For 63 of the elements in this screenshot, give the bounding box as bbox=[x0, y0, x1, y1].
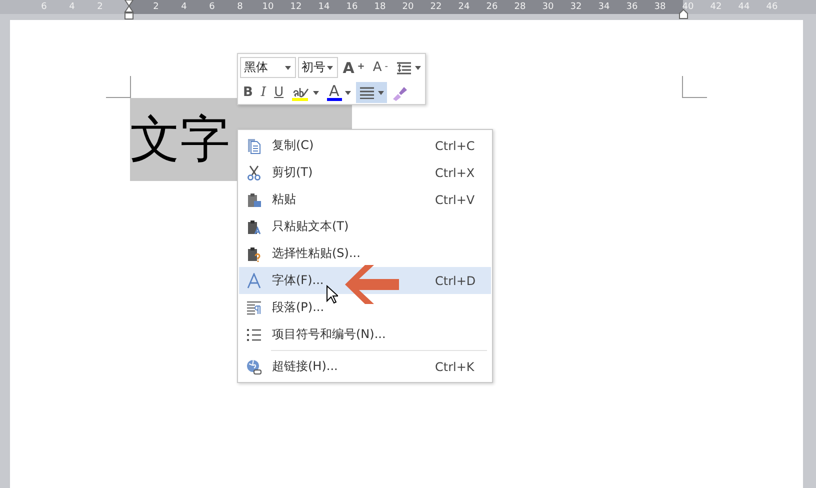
ruler-number: 46 bbox=[766, 1, 778, 14]
paragraph-icon bbox=[246, 300, 262, 316]
caret-icon bbox=[415, 66, 421, 70]
ruler-number: 8 bbox=[237, 1, 243, 14]
caret-icon bbox=[378, 90, 384, 94]
ruler-number: 14 bbox=[318, 1, 330, 14]
scissors-icon bbox=[246, 164, 262, 180]
ruler-number: 6 bbox=[41, 1, 47, 14]
menu-item[interactable]: 选择性粘贴(S)... bbox=[239, 240, 491, 267]
font-name-dropdown[interactable]: 黑体 bbox=[240, 57, 296, 78]
ruler-number: 38 bbox=[654, 1, 666, 14]
caret-icon bbox=[326, 66, 333, 70]
ruler-number: 2 bbox=[97, 1, 103, 14]
arrow-drawing bbox=[345, 265, 399, 304]
grow-font-button[interactable]: A$^{+}$ bbox=[340, 57, 368, 78]
copy-icon bbox=[246, 138, 262, 154]
shortcut-text: Ctrl+K bbox=[435, 360, 474, 374]
margin-corner-icon bbox=[682, 76, 707, 98]
ruler-number: 22 bbox=[430, 1, 442, 14]
ruler-number: 28 bbox=[514, 1, 526, 14]
clipboard-text-icon bbox=[246, 218, 262, 234]
list-icon bbox=[246, 326, 262, 342]
menu-item[interactable]: 项目符号和编号(N)... bbox=[239, 321, 491, 348]
shortcut-text: Ctrl+X bbox=[435, 166, 475, 180]
shortcut-text: Ctrl+V bbox=[435, 192, 475, 206]
ruler-number: 12 bbox=[290, 1, 302, 14]
caret-icon bbox=[344, 90, 351, 94]
menu-item[interactable]: 粘贴 Ctrl+V bbox=[239, 186, 491, 213]
ruler-number: 42 bbox=[710, 1, 722, 14]
clipboard-question-icon bbox=[246, 246, 262, 262]
align-icon bbox=[358, 86, 375, 98]
align-button[interactable] bbox=[356, 82, 387, 103]
ruler-number: 26 bbox=[486, 1, 498, 14]
format-painter-icon bbox=[392, 84, 408, 100]
ruler-number: 16 bbox=[346, 1, 358, 14]
ruler-number: 4 bbox=[69, 1, 75, 14]
ruler-number: 40 bbox=[682, 1, 694, 14]
caret-icon bbox=[284, 66, 291, 70]
line-spacing-icon bbox=[396, 60, 412, 74]
globe-link-icon bbox=[246, 358, 262, 374]
ruler-number: 30 bbox=[542, 1, 554, 14]
font-icon bbox=[246, 272, 262, 288]
ruler-number: 36 bbox=[626, 1, 638, 14]
shrink-font-button[interactable]: A$^{-}$ bbox=[370, 57, 391, 78]
shortcut-text: Ctrl+D bbox=[435, 274, 476, 288]
ruler-number: 6 bbox=[209, 1, 215, 14]
menu-item[interactable]: 只粘贴文本(T) bbox=[239, 213, 491, 240]
ruler-number: 2 bbox=[153, 1, 159, 14]
font-size-dropdown[interactable]: 初号 bbox=[298, 57, 338, 78]
ruler-number: 24 bbox=[458, 1, 470, 14]
shortcut-text: Ctrl+C bbox=[435, 138, 475, 152]
menu-item[interactable]: 段落(P)... bbox=[239, 294, 491, 321]
ruler-number: 44 bbox=[738, 1, 750, 14]
ruler-number: 20 bbox=[402, 1, 414, 14]
ruler-number: 4 bbox=[181, 1, 187, 14]
ruler-number: 10 bbox=[262, 1, 274, 14]
ruler-number: 34 bbox=[598, 1, 610, 14]
caret-icon bbox=[312, 90, 319, 94]
ruler-number: 32 bbox=[570, 1, 582, 14]
cursor-icon bbox=[326, 285, 338, 304]
margin-corner-icon bbox=[106, 76, 131, 98]
clipboard-icon bbox=[246, 192, 262, 208]
ruler-number: 18 bbox=[374, 1, 386, 14]
